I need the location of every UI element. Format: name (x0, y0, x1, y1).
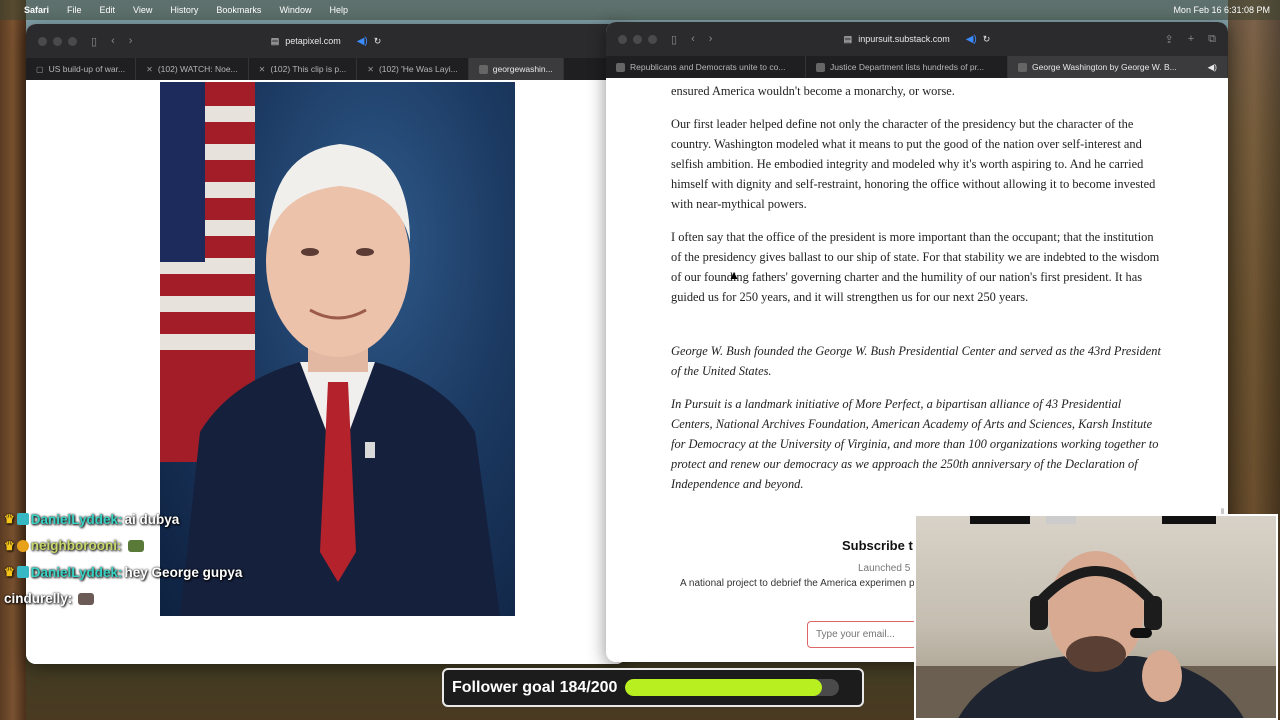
url-text: inpursuit.substack.com (858, 34, 950, 44)
new-tab-icon[interactable]: + (1188, 33, 1194, 46)
close-icon[interactable]: ✕ (146, 65, 153, 74)
chat-username: neighborooni: (30, 538, 122, 554)
tree-trunk (0, 0, 26, 720)
launched-text: Launched 5 (858, 563, 911, 574)
tab[interactable]: ▢ US build-up of war... (26, 58, 137, 80)
chat-message: ♛ DanielLyddek: ai dubya (4, 506, 304, 533)
reload-icon[interactable]: ↻ (983, 34, 991, 45)
forward-icon[interactable]: › (129, 35, 133, 47)
page-icon: ▤ (843, 33, 853, 44)
toolbar: ▯ ‹ › ▤ petapixel.com ◀) ↻ ⇪ (26, 24, 626, 58)
favicon-icon (478, 64, 488, 74)
mouse-cursor-icon: ▲ (728, 268, 740, 282)
address-bar[interactable]: ▤ inpursuit.substack.com ◀) ↻ (844, 34, 991, 45)
tab[interactable]: ✕ (102) 'He Was Layi... (357, 58, 469, 80)
menu-history[interactable]: History (170, 5, 198, 15)
tab-label: (102) This clip is p... (270, 64, 347, 74)
article-paragraph: Our first leader helped define not only … (671, 117, 1156, 211)
menu-app-name[interactable]: Safari (24, 5, 49, 15)
tab[interactable]: Justice Department lists hundreds of pr.… (806, 56, 1008, 78)
webcam-feed (914, 514, 1278, 720)
cat-emote-icon (78, 592, 95, 605)
follower-goal-progress-bar (625, 679, 840, 696)
tab-label: (102) WATCH: Noe... (157, 64, 238, 74)
chat-message: cindurelly: (4, 586, 304, 613)
menu-window[interactable]: Window (279, 5, 311, 15)
tab-label: (102) 'He Was Layi... (378, 64, 458, 74)
share-icon[interactable]: ⇪ (1164, 33, 1173, 46)
badge-icon (16, 566, 29, 579)
page-icon: ▤ (270, 35, 280, 46)
speaker-icon[interactable]: ◀) (1208, 62, 1217, 73)
close-icon[interactable]: ✕ (259, 65, 266, 74)
chat-message: ♛ neighborooni: (4, 533, 304, 560)
emote-icon (127, 539, 144, 552)
tab-label: Justice Department lists hundreds of pr.… (830, 62, 985, 72)
initiative-note: In Pursuit is a landmark initiative of M… (671, 397, 1159, 491)
reload-icon[interactable]: ↻ (374, 36, 382, 47)
menu-help[interactable]: Help (329, 5, 348, 15)
crown-icon: ♛ (4, 512, 15, 527)
menu-bookmarks[interactable]: Bookmarks (216, 5, 261, 15)
tab-label: Republicans and Democrats unite to co... (630, 62, 786, 72)
window-controls[interactable] (618, 34, 657, 44)
badge-icon (16, 513, 29, 526)
tab[interactable]: ✕ (102) This clip is p... (249, 58, 358, 80)
follower-goal-fill (625, 679, 823, 696)
subscribe-title: Subscribe t (842, 538, 913, 553)
chat-username: cindurelly: (4, 591, 73, 607)
follower-goal-widget: Follower goal 184/200 (442, 668, 864, 707)
tab[interactable]: Republicans and Democrats unite to co... (606, 56, 806, 78)
crown-icon: ♛ (4, 538, 15, 553)
tab-active[interactable]: georgewashin... (468, 58, 564, 80)
tab-label: George Washington by George W. B... (1032, 62, 1177, 72)
tab[interactable]: ✕ (102) WATCH: Noe... (136, 58, 249, 80)
menu-view[interactable]: View (133, 5, 152, 15)
author-bio: George W. Bush founded the George W. Bus… (671, 344, 1161, 378)
article-paragraph: I often say that the office of the presi… (671, 230, 1160, 304)
menu-bar: Safari File Edit View History Bookmarks … (0, 0, 1280, 20)
back-icon[interactable]: ‹ (111, 35, 115, 47)
favicon-icon (616, 62, 625, 72)
menu-clock[interactable]: Mon Feb 16 6:31:08 PM (1173, 5, 1270, 15)
chat-username: DanielLyddek: (30, 511, 123, 527)
toolbar: ▯ ‹ › ▤ inpursuit.substack.com ◀) ↻ ⇪ + … (606, 22, 1228, 56)
speaker-icon[interactable]: ◀) (966, 34, 977, 45)
close-icon[interactable]: ▢ (36, 65, 44, 74)
close-icon[interactable]: ✕ (367, 65, 374, 74)
tab-overview-icon[interactable]: ⧉ (1208, 33, 1216, 46)
badge-icon (16, 539, 29, 552)
chat-username: DanielLyddek: (30, 564, 123, 580)
chat-text: hey George gupya (124, 564, 243, 580)
favicon-icon (816, 62, 825, 72)
tab-active[interactable]: George Washington by George W. B... ◀) (1008, 56, 1228, 78)
sidebar-icon[interactable]: ▯ (671, 33, 677, 46)
tab-bar: Republicans and Democrats unite to co...… (606, 56, 1228, 78)
address-bar[interactable]: ▤ petapixel.com ◀) ↻ (271, 36, 382, 47)
menu-edit[interactable]: Edit (100, 5, 116, 15)
tab-label: US build-up of war... (48, 64, 126, 74)
tab-bar: ▢ US build-up of war... ✕ (102) WATCH: Noe… (26, 58, 626, 80)
forward-icon[interactable]: › (709, 33, 713, 45)
menu-file[interactable]: File (67, 5, 82, 15)
url-text: petapixel.com (285, 36, 341, 46)
sidebar-icon[interactable]: ▯ (91, 35, 97, 48)
back-icon[interactable]: ‹ (691, 33, 695, 45)
crown-icon: ♛ (4, 565, 15, 580)
tab-label: georgewashin... (492, 64, 553, 74)
favicon-icon (1018, 62, 1027, 72)
article-paragraph: ensured America wouldn't become a monarc… (671, 84, 955, 98)
speaker-icon[interactable]: ◀) (357, 36, 368, 47)
chat-message: ♛ DanielLyddek: hey George gupya (4, 559, 304, 586)
follower-goal-label: Follower goal 184/200 (452, 678, 618, 696)
chat-text: ai dubya (124, 511, 180, 527)
chat-overlay: ♛ DanielLyddek: ai dubya ♛ neighborooni:… (4, 506, 304, 612)
window-controls[interactable] (38, 36, 77, 46)
